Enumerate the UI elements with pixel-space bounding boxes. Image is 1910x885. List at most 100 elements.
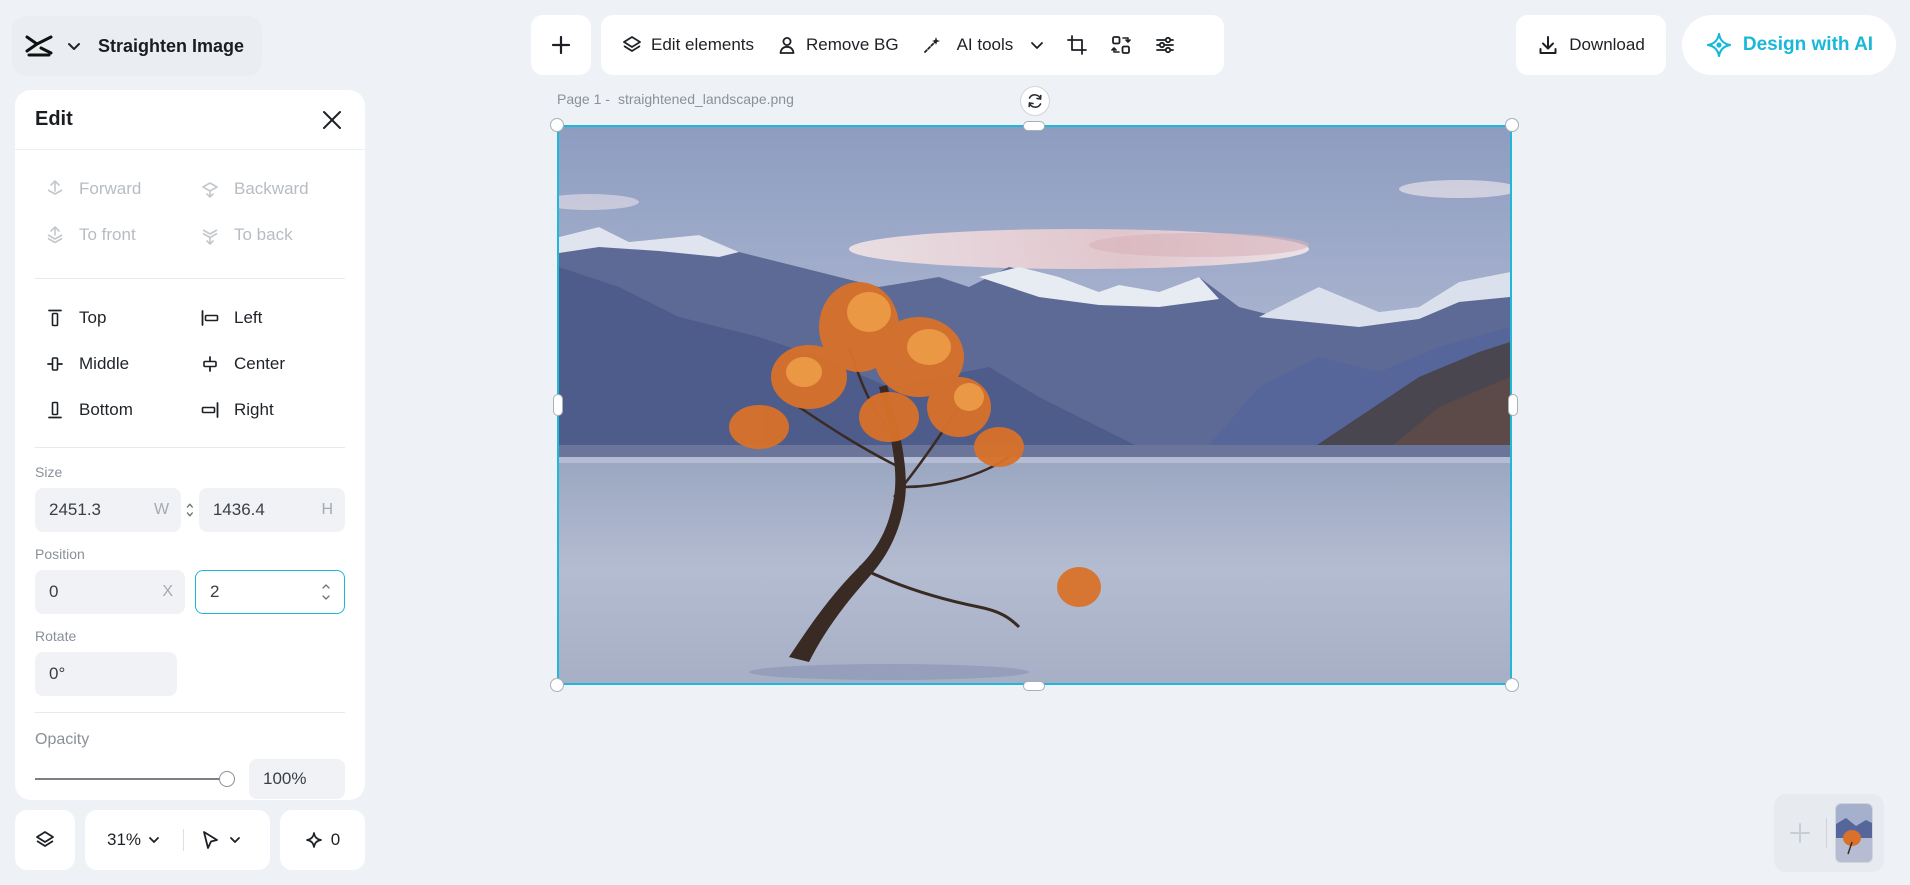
resize-handle-right[interactable] (1508, 394, 1518, 416)
position-x-unit: X (162, 583, 173, 600)
add-page-button[interactable] (1782, 803, 1818, 863)
resize-handle-bottom-left[interactable] (550, 678, 564, 692)
rotate-handle[interactable] (1020, 86, 1050, 116)
selected-image[interactable] (557, 125, 1512, 685)
align-middle-icon (47, 357, 63, 371)
plus-icon (551, 35, 571, 55)
panel-header: Edit (15, 90, 365, 150)
top-toolbar: Edit elements Remove BG AI tools (601, 15, 1224, 75)
ai-tools-button[interactable]: AI tools (913, 23, 1054, 67)
divider (35, 447, 345, 448)
height-value: 1436.4 (212, 500, 265, 519)
align-center-label: Center (234, 354, 286, 373)
rotate-label: Rotate (35, 628, 77, 644)
backward-button[interactable]: Backward (190, 166, 345, 212)
ai-credits-button[interactable]: 0 (280, 810, 365, 870)
resize-handle-top-left[interactable] (550, 118, 564, 132)
to-back-button[interactable]: To back (190, 212, 345, 258)
plus-icon (1790, 823, 1810, 843)
align-top-button[interactable]: Top (35, 295, 190, 341)
position-x-field[interactable]: 0 X (35, 570, 185, 614)
page-thumbnails (1774, 794, 1884, 872)
magic-wand-icon (923, 37, 940, 53)
stepper-icon[interactable] (320, 579, 332, 605)
arrange-button[interactable] (1099, 23, 1143, 67)
divider (1826, 818, 1827, 848)
ai-credits-count: 0 (330, 830, 341, 849)
align-top-label: Top (79, 308, 107, 327)
ai-tools-label: AI tools (956, 35, 1014, 54)
divider (35, 278, 345, 279)
align-middle-label: Middle (79, 354, 130, 373)
layers-button[interactable] (15, 810, 75, 870)
rotate-field[interactable]: 0° (35, 652, 177, 696)
resize-handle-bottom-right[interactable] (1505, 678, 1519, 692)
align-top-icon (48, 309, 62, 327)
layers-icon (623, 36, 641, 52)
position-y-field[interactable]: 2 (195, 570, 345, 614)
adjust-button[interactable] (1143, 23, 1187, 67)
forward-button[interactable]: Forward (35, 166, 190, 212)
size-fields: 2451.3 W 1436.4 H (15, 488, 365, 532)
chevron-down-icon (1031, 42, 1044, 49)
opacity-value: 100% (263, 769, 307, 788)
bring-forward-icon (47, 180, 63, 195)
slider-thumb[interactable] (219, 771, 235, 787)
align-center-icon (203, 356, 217, 372)
add-button[interactable] (531, 15, 591, 75)
chevron-down-icon (68, 43, 80, 50)
align-left-button[interactable]: Left (190, 295, 345, 341)
opacity-label: Opacity (35, 731, 90, 748)
to-back-label: To back (234, 225, 293, 244)
align-center-button[interactable]: Center (190, 341, 345, 387)
page-number: Page 1 - (557, 91, 610, 107)
align-bottom-button[interactable]: Bottom (35, 387, 190, 433)
resize-handle-top-right[interactable] (1505, 118, 1519, 132)
panel-title: Edit (35, 108, 73, 130)
zoom-value[interactable]: 31% (107, 830, 141, 850)
crop-button[interactable] (1055, 23, 1099, 67)
chevron-down-icon[interactable] (228, 833, 242, 847)
landscape-photo (559, 127, 1510, 683)
align-right-label: Right (234, 400, 274, 419)
crop-icon (1067, 35, 1088, 55)
opacity-slider[interactable] (35, 769, 235, 789)
close-icon[interactable] (319, 107, 345, 133)
resize-handle-bottom[interactable] (1023, 681, 1045, 691)
height-unit: H (321, 501, 333, 518)
width-field[interactable]: 2451.3 W (35, 488, 182, 532)
resize-handle-left[interactable] (553, 394, 563, 416)
lock-ratio-icon[interactable] (185, 501, 195, 519)
align-bottom-label: Bottom (79, 400, 133, 419)
page-thumbnail[interactable] (1835, 803, 1873, 863)
download-button[interactable]: Download (1516, 15, 1666, 75)
edit-elements-button[interactable]: Edit elements (613, 23, 762, 67)
align-right-button[interactable]: Right (190, 387, 345, 433)
download-label: Download (1569, 35, 1645, 54)
edit-panel: Edit Forward Backward To front To back T… (15, 90, 365, 800)
brand-menu[interactable]: Straighten Image (12, 16, 262, 76)
align-right-icon (201, 402, 219, 418)
pointer-icon[interactable] (200, 829, 220, 851)
position-fields: 0 X 2 (15, 570, 365, 614)
send-backward-icon (202, 182, 218, 198)
backward-label: Backward (234, 179, 309, 198)
resize-handle-top[interactable] (1023, 121, 1045, 131)
send-to-back-icon (202, 229, 218, 245)
capcut-logo-icon (25, 35, 53, 57)
layers-icon (36, 831, 54, 847)
size-label: Size (35, 464, 63, 480)
divider (35, 712, 345, 713)
chevron-down-icon[interactable] (147, 833, 161, 847)
to-front-button[interactable]: To front (35, 212, 190, 258)
file-name[interactable]: straightened_landscape.png (618, 91, 794, 107)
page-label: Page 1 - straightened_landscape.png (557, 91, 794, 107)
remove-bg-button[interactable]: Remove BG (768, 23, 907, 67)
design-with-ai-button[interactable]: Design with AI (1682, 15, 1896, 75)
height-field[interactable]: 1436.4 H (198, 488, 345, 532)
document-title[interactable]: Straighten Image (98, 36, 244, 57)
align-options: Top Left Middle Center Bottom Right (15, 295, 365, 433)
opacity-input[interactable]: 100% (249, 759, 345, 799)
align-middle-button[interactable]: Middle (35, 341, 190, 387)
sliders-icon (1156, 36, 1175, 54)
